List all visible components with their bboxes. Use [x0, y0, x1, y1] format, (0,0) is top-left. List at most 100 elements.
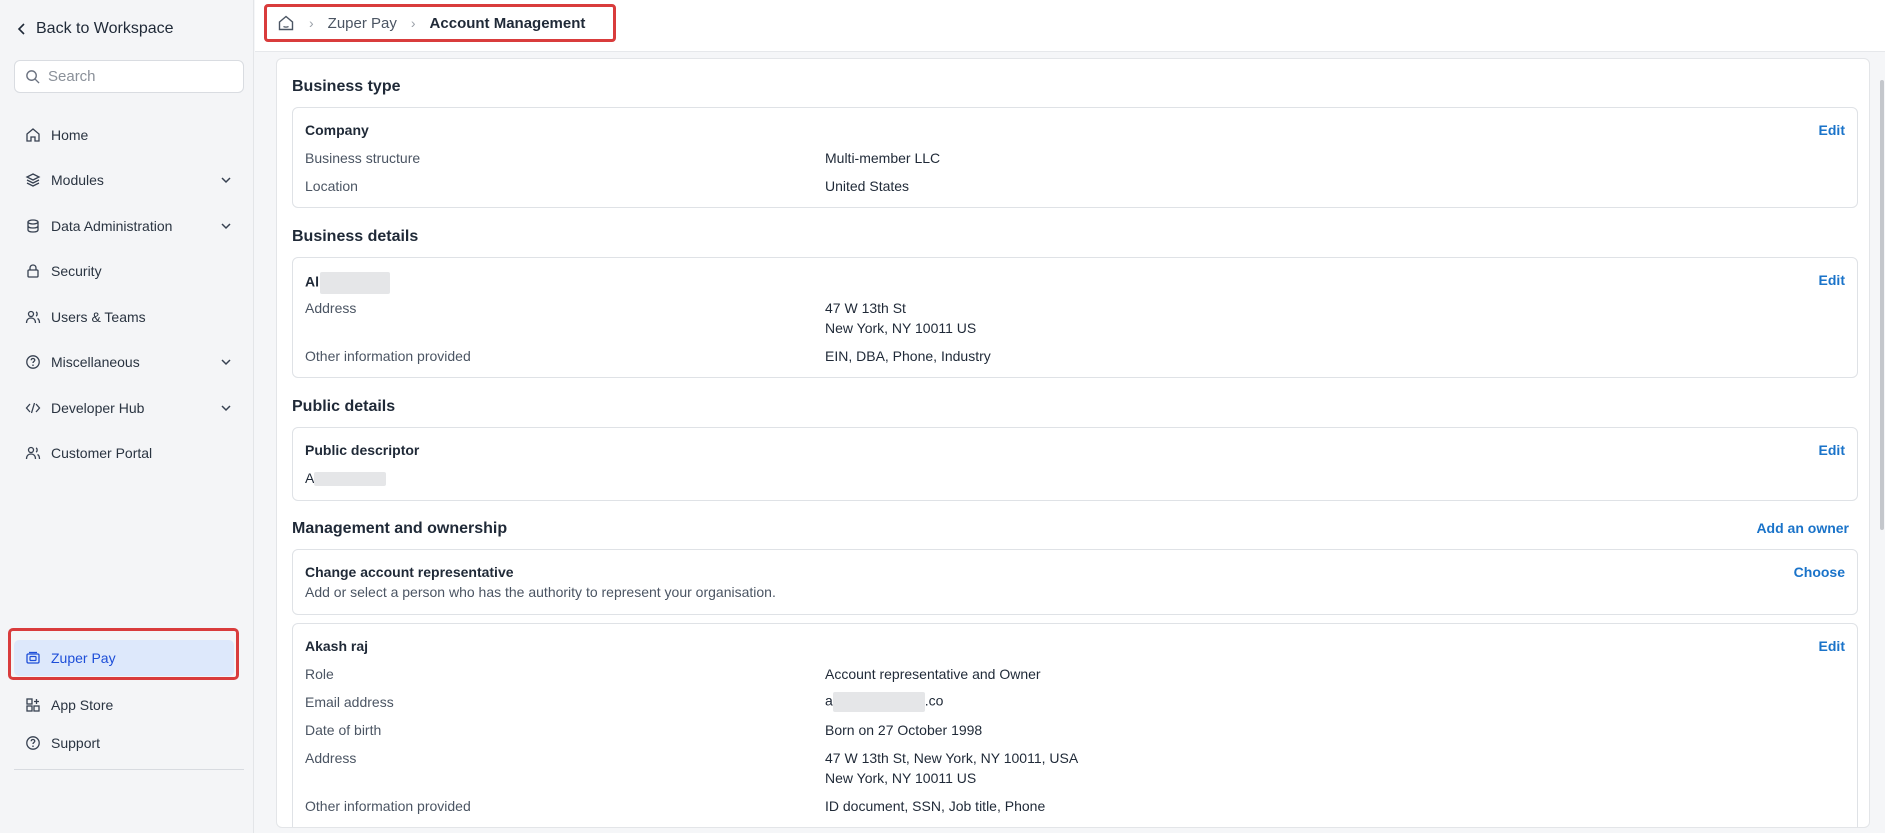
- users-icon: [25, 447, 41, 460]
- breadcrumb: › Zuper Pay › Account Management: [277, 14, 585, 32]
- address-value: 47 W 13th St New York, NY 10011 US: [825, 298, 976, 338]
- field-value: ID document, SSN, Job title, Phone: [825, 798, 1046, 814]
- business-details-card: Al Edit Address 47 W 13th St New York, N…: [292, 257, 1858, 378]
- edit-business-details-link[interactable]: Edit: [1819, 272, 1845, 288]
- field-label: Location: [305, 178, 358, 194]
- card-title: Company: [305, 122, 369, 138]
- redacted-block: [314, 472, 387, 487]
- scrollbar-thumb[interactable]: [1880, 80, 1884, 530]
- sidebar-item-support[interactable]: Support: [14, 728, 234, 758]
- redacted-block: [832, 692, 925, 712]
- field-label: Date of birth: [305, 722, 382, 738]
- edit-business-type-link[interactable]: Edit: [1819, 122, 1845, 138]
- sidebar-item-developer-hub[interactable]: Developer Hub: [14, 385, 244, 431]
- card-title: Public descriptor: [305, 442, 420, 458]
- sidebar-item-home[interactable]: Home: [14, 112, 244, 158]
- sidebar-item-data-administration[interactable]: Data Administration: [14, 203, 244, 249]
- code-icon: [25, 402, 41, 413]
- account-management-panel: Business type Company Edit Business stru…: [276, 58, 1870, 828]
- sidebar-item-label: Home: [51, 126, 89, 143]
- sidebar-divider: [14, 769, 244, 770]
- field-label: Address: [305, 300, 357, 316]
- field-label: Other information provided: [305, 348, 471, 364]
- chevron-down-icon[interactable]: [219, 173, 233, 187]
- home-icon[interactable]: [277, 14, 295, 32]
- chevron-left-icon: [17, 23, 25, 35]
- address-line: 47 W 13th St, New York, NY 10011, USA: [825, 750, 1079, 766]
- sidebar-item-label: Support: [51, 735, 101, 751]
- search-icon: [26, 70, 40, 84]
- public-descriptor-value: A: [305, 470, 387, 487]
- field-value: EIN, DBA, Phone, Industry: [825, 348, 991, 364]
- sidebar-item-app-store[interactable]: App Store: [14, 690, 234, 720]
- breadcrumb-separator: ›: [410, 15, 416, 31]
- sidebar-item-security[interactable]: Security: [14, 249, 244, 295]
- breadcrumb-parent[interactable]: Zuper Pay: [328, 15, 397, 32]
- sidebar-item-label: Miscellaneous: [51, 354, 140, 371]
- section-title-business-type: Business type: [292, 78, 401, 95]
- breadcrumb-current: Account Management: [429, 14, 586, 32]
- section-title-business-details: Business details: [292, 228, 419, 245]
- help-circle-icon: [26, 355, 40, 370]
- search-box[interactable]: [14, 60, 244, 93]
- sidebar-item-modules[interactable]: Modules: [14, 158, 244, 204]
- business-type-card: Company Edit Business structure Multi-me…: [292, 107, 1858, 208]
- lock-icon: [27, 264, 39, 278]
- email-prefix: a: [825, 692, 833, 709]
- back-to-workspace-link[interactable]: Back to Workspace: [16, 20, 174, 38]
- sidebar-item-label: Customer Portal: [51, 445, 153, 462]
- home-icon: [26, 127, 40, 142]
- wallet-icon: [26, 651, 40, 664]
- field-label: Role: [305, 666, 334, 682]
- field-label: Email address: [305, 694, 394, 710]
- email-value: a .co: [825, 692, 943, 712]
- search-input[interactable]: [48, 68, 228, 85]
- card-title: Al: [305, 272, 390, 294]
- breadcrumb-separator: ›: [309, 15, 314, 31]
- sidebar-item-zuper-pay[interactable]: Zuper Pay: [14, 640, 234, 676]
- address-value: 47 W 13th St, New York, NY 10011, USA Ne…: [825, 748, 1078, 788]
- sidebar-item-customer-portal[interactable]: Customer Portal: [14, 431, 244, 477]
- account-representative-card: Change account representative Choose Add…: [292, 549, 1858, 615]
- sidebar-item-label: Zuper Pay: [51, 650, 116, 666]
- edit-public-details-link[interactable]: Edit: [1819, 442, 1845, 458]
- chevron-down-icon[interactable]: [219, 355, 233, 369]
- public-details-card: Public descriptor Edit A: [292, 427, 1858, 501]
- field-value: United States: [825, 178, 910, 194]
- address-line: New York, NY 10011 US: [825, 770, 977, 786]
- section-title-public-details: Public details: [292, 398, 396, 415]
- choose-representative-link[interactable]: Choose: [1794, 564, 1845, 580]
- descriptor-text: A: [305, 470, 315, 486]
- field-label: Address: [305, 750, 357, 766]
- sidebar-item-label: Developer Hub: [51, 399, 145, 416]
- address-line: 47 W 13th St: [825, 300, 906, 316]
- add-owner-link[interactable]: Add an owner: [1756, 520, 1849, 536]
- chevron-down-icon[interactable]: [219, 401, 233, 415]
- sidebar-item-label: Security: [51, 263, 102, 280]
- address-line: New York, NY 10011 US: [825, 320, 977, 336]
- card-title: Change account representative: [305, 564, 514, 580]
- field-value: Born on 27 October 1998: [825, 722, 983, 738]
- field-label: Business structure: [305, 150, 421, 166]
- owner-name: Akash raj: [305, 638, 369, 654]
- users-icon: [25, 310, 41, 323]
- grid-plus-icon: [26, 698, 40, 712]
- field-value: Multi-member LLC: [825, 150, 941, 166]
- sidebar-item-label: App Store: [51, 697, 114, 713]
- sidebar-item-miscellaneous[interactable]: Miscellaneous: [14, 340, 244, 386]
- section-title-management: Management and ownership: [292, 520, 508, 537]
- chevron-down-icon[interactable]: [219, 219, 233, 233]
- database-icon: [27, 219, 39, 233]
- business-name: Al: [305, 273, 319, 290]
- sidebar-nav: Home Modules Data Administration Securit…: [14, 112, 244, 476]
- owner-card: Akash raj Edit Role Account representati…: [292, 623, 1858, 827]
- redacted-block: [320, 272, 390, 294]
- layers-icon: [25, 173, 41, 187]
- sidebar-item-label: Data Administration: [51, 217, 173, 234]
- sidebar: Back to Workspace Home Modules Data Admi…: [0, 0, 254, 833]
- sidebar-item-users-teams[interactable]: Users & Teams: [14, 294, 244, 340]
- sidebar-item-label: Modules: [51, 172, 104, 189]
- edit-owner-link[interactable]: Edit: [1819, 638, 1845, 654]
- card-description: Add or select a person who has the autho…: [305, 584, 776, 600]
- sidebar-item-label: Users & Teams: [51, 308, 146, 325]
